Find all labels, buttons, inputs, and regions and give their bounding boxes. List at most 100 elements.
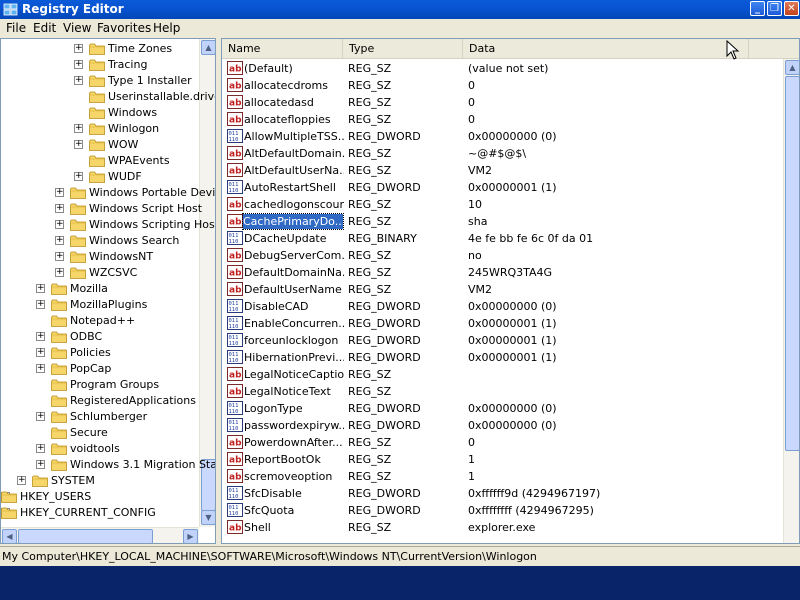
expand-plus-icon[interactable]: + (36, 444, 45, 453)
value-row[interactable]: 011 110 AutoRestartShell REG_DWORD 0x0000000… (222, 179, 782, 196)
tree-item[interactable]: + Windows Portable Devices (1, 185, 215, 201)
value-row[interactable]: ab cachedlogonscount REG_SZ 10 (222, 196, 782, 213)
tree-item[interactable]: + Time Zones (1, 41, 199, 57)
expand-plus-icon[interactable]: + (55, 204, 64, 213)
tree-item[interactable]: + Type 1 Installer (1, 73, 199, 89)
tree-item[interactable]: + voidtools (1, 441, 199, 457)
expand-plus-icon[interactable]: + (74, 172, 83, 181)
column-header-name[interactable]: Name (222, 39, 343, 59)
tree-item[interactable]: Userinstallable.drivers (1, 89, 215, 105)
expand-plus-icon[interactable]: + (55, 188, 64, 197)
menu-help[interactable]: Help (153, 21, 180, 35)
value-row[interactable]: ab allocatefloppies REG_SZ 0 (222, 111, 782, 128)
expand-plus-icon[interactable]: + (36, 300, 45, 309)
value-row[interactable]: ab AltDefaultUserNa... REG_SZ VM2 (222, 162, 782, 179)
tree-item[interactable]: + WUDF (1, 169, 199, 185)
menu-view[interactable]: View (63, 21, 91, 35)
tree-item[interactable]: WPAEvents (1, 153, 199, 169)
tree-item[interactable]: Secure (1, 425, 199, 441)
tree-item[interactable]: RegisteredApplications (1, 393, 199, 409)
value-row[interactable]: ab allocatedasd REG_SZ 0 (222, 94, 782, 111)
tree-item[interactable]: + MozillaPlugins (1, 297, 199, 313)
value-row[interactable]: ab AltDefaultDomain... REG_SZ ~@#$@$\ (222, 145, 782, 162)
expand-plus-icon[interactable]: + (36, 412, 45, 421)
expand-plus-icon[interactable]: + (36, 364, 45, 373)
value-row[interactable]: ab allocatecdroms REG_SZ 0 (222, 77, 782, 94)
expand-plus-icon[interactable]: + (74, 140, 83, 149)
tree-item[interactable]: + SYSTEM (1, 473, 199, 489)
value-row[interactable]: ab DefaultUserName REG_SZ VM2 (222, 281, 782, 298)
value-row[interactable]: 011 110 HibernationPrevi... REG_DWORD 0x0000… (222, 349, 782, 366)
list-vertical-scrollbar[interactable]: ▲ (783, 59, 799, 543)
value-row[interactable]: ab DebugServerCom... REG_SZ no (222, 247, 782, 264)
menu-file[interactable]: File (6, 21, 26, 35)
tree-item[interactable]: + Policies (1, 345, 199, 361)
expand-plus-icon[interactable]: + (74, 124, 83, 133)
value-row[interactable]: ab Shell REG_SZ explorer.exe (222, 519, 782, 536)
tree-item[interactable]: + Mozilla (1, 281, 199, 297)
value-row[interactable]: ab LegalNoticeCaption REG_SZ (222, 366, 782, 383)
expand-plus-icon[interactable]: + (17, 476, 26, 485)
tree-item[interactable]: Windows (1, 105, 199, 121)
tree-item[interactable]: + Windows Script Host (1, 201, 202, 217)
title-bar[interactable]: Registry Editor _ ❐ ✕ (0, 0, 800, 19)
value-row[interactable]: ab ReportBootOk REG_SZ 1 (222, 451, 782, 468)
value-row[interactable]: ab scremoveoption REG_SZ 1 (222, 468, 782, 485)
tree-item[interactable]: + ODBC (1, 329, 199, 345)
tree-horizontal-scrollbar[interactable]: ◀ ▶ (1, 527, 199, 543)
expand-plus-icon[interactable]: + (55, 268, 64, 277)
expand-plus-icon[interactable]: + (36, 332, 45, 341)
tree-item[interactable]: +HKEY_CURRENT_CONFIG (1, 505, 199, 521)
tree-item[interactable]: + Winlogon (1, 121, 199, 137)
tree-item[interactable]: + Schlumberger (1, 409, 199, 425)
tree-item[interactable]: + Windows Scripting Host (1, 217, 215, 233)
scroll-right-arrow-icon[interactable]: ▶ (183, 529, 198, 543)
menu-favorites[interactable]: Favorites (97, 21, 151, 35)
values-list-pane[interactable]: Name Type Data ▲ ab (Default) REG_SZ (value… (221, 38, 800, 544)
tree-item[interactable]: Notepad++ (1, 313, 199, 329)
tree-item[interactable]: + WindowsNT (1, 249, 199, 265)
tree-item[interactable]: + Windows Search (1, 233, 199, 249)
maximize-button[interactable]: ❐ (767, 1, 782, 16)
value-row[interactable]: ab DefaultDomainNa... REG_SZ 245WRQ3TA4G (222, 264, 782, 281)
tree-item[interactable]: + PopCap (1, 361, 199, 377)
menu-edit[interactable]: Edit (33, 21, 56, 35)
tree-hscroll-thumb[interactable] (18, 529, 153, 543)
tree-item[interactable]: + Tracing (1, 57, 199, 73)
value-row[interactable]: 011 110 AllowMultipleTSS... REG_DWORD 0x0000… (222, 128, 782, 145)
expand-plus-icon[interactable]: + (36, 284, 45, 293)
close-button[interactable]: ✕ (784, 1, 799, 16)
value-row[interactable]: ab (Default) REG_SZ (value not set) (222, 60, 782, 77)
scroll-down-arrow-icon[interactable]: ▼ (201, 510, 215, 525)
expand-plus-icon[interactable]: + (74, 76, 83, 85)
expand-plus-icon[interactable]: + (74, 60, 83, 69)
value-row[interactable]: ab LegalNoticeText REG_SZ (222, 383, 782, 400)
value-row[interactable]: 011 110 passwordexpiryw... REG_DWORD 0x00000… (222, 417, 782, 434)
expand-plus-icon[interactable]: + (74, 44, 83, 53)
key-tree-pane[interactable]: ▲ ▼ ◀ ▶ + Time Zones + Tracing + Type 1 Insta… (0, 38, 216, 544)
scroll-up-arrow-icon[interactable]: ▲ (201, 40, 215, 55)
scroll-left-arrow-icon[interactable]: ◀ (2, 529, 17, 543)
column-header-data[interactable]: Data (463, 39, 749, 59)
expand-plus-icon[interactable]: + (55, 252, 64, 261)
column-header-type[interactable]: Type (343, 39, 463, 59)
value-row[interactable]: ab PowerdownAfter... REG_SZ 0 (222, 434, 782, 451)
tree-item[interactable]: + WOW (1, 137, 199, 153)
value-row[interactable]: 011 110 forceunlocklogon REG_DWORD 0x0000000… (222, 332, 782, 349)
value-row[interactable]: 011 110 DCacheUpdate REG_BINARY 4e fe bb fe … (222, 230, 782, 247)
expand-plus-icon[interactable]: + (55, 236, 64, 245)
list-scroll-up-arrow-icon[interactable]: ▲ (785, 60, 799, 75)
value-row[interactable]: ab CachePrimaryDo... REG_SZ sha (222, 213, 782, 230)
tree-item[interactable]: + WZCSVC (1, 265, 199, 281)
tree-item[interactable]: Program Groups (1, 377, 199, 393)
expand-plus-icon[interactable]: + (36, 348, 45, 357)
tree-vertical-scrollbar[interactable]: ▲ ▼ (199, 39, 215, 527)
value-row[interactable]: 011 110 DisableCAD REG_DWORD 0x00000000 (0) (222, 298, 782, 315)
expand-plus-icon[interactable]: + (36, 460, 45, 469)
tree-item[interactable]: +HKEY_USERS (1, 489, 199, 505)
list-scroll-thumb[interactable] (785, 76, 799, 451)
value-row[interactable]: 011 110 LogonType REG_DWORD 0x00000000 (0) (222, 400, 782, 417)
value-row[interactable]: 011 110 EnableConcurren... REG_DWORD 0x00000… (222, 315, 782, 332)
tree-item[interactable]: + Windows 3.1 Migration Status (1, 457, 215, 473)
expand-plus-icon[interactable]: + (55, 220, 64, 229)
